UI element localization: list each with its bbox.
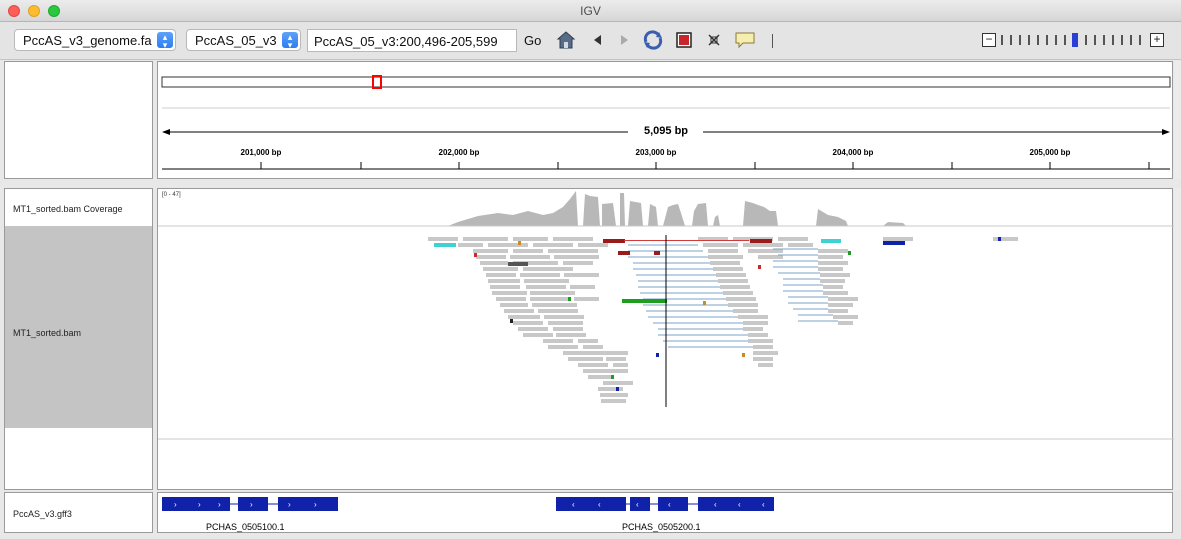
svg-text:‹: ‹ bbox=[636, 500, 639, 509]
svg-text:‹: ‹ bbox=[738, 500, 741, 509]
zoom-out-button[interactable]: − bbox=[982, 33, 996, 47]
svg-text:›: › bbox=[250, 500, 253, 509]
resize-icon[interactable] bbox=[704, 30, 724, 50]
gene-label: PCHAS_0505200.1 bbox=[622, 522, 701, 532]
splice-lines bbox=[628, 244, 838, 348]
chevron-updown-icon: ▴ ▾ bbox=[157, 32, 173, 50]
tracks-svg bbox=[158, 191, 1174, 440]
alignment-track-name: MT1_sorted.bam bbox=[13, 328, 82, 338]
svg-text:›: › bbox=[314, 500, 317, 509]
genome-select-value: PccAS_v3_genome.fa bbox=[23, 33, 152, 48]
coverage-histogram bbox=[448, 191, 906, 226]
forward-icon[interactable] bbox=[614, 30, 634, 50]
ruler-tick-label: 205,000 bp bbox=[1029, 148, 1071, 157]
svg-text:›: › bbox=[198, 500, 201, 509]
svg-text:‹: ‹ bbox=[714, 500, 717, 509]
span-arrow-right bbox=[1162, 129, 1170, 135]
ruler-tick-label: 201,000 bp bbox=[240, 148, 282, 157]
ruler-ticks bbox=[260, 162, 1150, 169]
toolbar: PccAS_v3_genome.fa ▴ ▾ PccAS_05_v3 ▴ ▾ Pcc… bbox=[0, 22, 1181, 60]
svg-text:‹: ‹ bbox=[762, 500, 765, 509]
locus-input[interactable]: PccAS_05_v3:200,496-205,599 bbox=[307, 29, 517, 52]
ruler-tick-label: 203,000 bp bbox=[635, 148, 677, 157]
roi-icon[interactable] bbox=[674, 30, 694, 50]
highlighted-reads bbox=[434, 237, 1001, 391]
chromosome-ideogram bbox=[161, 76, 1171, 88]
ruler-panel[interactable]: 5,095 bp 201,000 bp 202,000 bp 203,000 b… bbox=[157, 61, 1173, 179]
ruler-scrollbar[interactable] bbox=[1174, 61, 1181, 179]
coverage-track-name[interactable]: MT1_sorted.bam Coverage bbox=[13, 204, 123, 214]
gene-model-1: › › › › › › bbox=[162, 497, 338, 511]
alignment-reads bbox=[428, 237, 1018, 403]
chromosome-select[interactable]: PccAS_05_v3 ▴ ▾ bbox=[186, 29, 301, 51]
header-name-panel bbox=[4, 61, 153, 179]
toolbar-divider bbox=[772, 34, 773, 48]
gene-model-2: ‹ ‹ ‹ ‹ ‹ ‹ ‹ bbox=[556, 497, 774, 511]
ruler-svg bbox=[161, 75, 1171, 170]
coverage-range-label: [0 - 47] bbox=[162, 192, 181, 198]
chromosome-select-value: PccAS_05_v3 bbox=[195, 33, 277, 48]
data-track-panel[interactable]: [0 - 47] bbox=[157, 188, 1174, 490]
chevron-updown-icon: ▴ ▾ bbox=[282, 32, 298, 50]
svg-text:‹: ‹ bbox=[668, 500, 671, 509]
genome-select[interactable]: PccAS_v3_genome.fa ▴ ▾ bbox=[14, 29, 176, 51]
window-title: IGV bbox=[580, 4, 601, 18]
popup-text-icon[interactable] bbox=[734, 30, 755, 50]
alignment-track-name-bg[interactable]: MT1_sorted.bam bbox=[5, 226, 152, 428]
annotation-track-name[interactable]: PccAS_v3.gff3 bbox=[13, 509, 72, 519]
svg-text:‹: ‹ bbox=[572, 500, 575, 509]
span-label: 5,095 bp bbox=[643, 125, 689, 137]
zoom-in-button[interactable]: + bbox=[1150, 33, 1164, 47]
svg-text:›: › bbox=[218, 500, 221, 509]
refresh-icon[interactable] bbox=[642, 30, 663, 50]
data-panel-scrollbar[interactable] bbox=[1174, 188, 1181, 490]
svg-text:‹: ‹ bbox=[598, 500, 601, 509]
ruler-tick-label: 204,000 bp bbox=[832, 148, 874, 157]
zoom-current-level bbox=[1072, 33, 1078, 47]
svg-text:›: › bbox=[174, 500, 177, 509]
home-icon[interactable] bbox=[556, 30, 576, 50]
svg-text:›: › bbox=[288, 500, 291, 509]
back-icon[interactable] bbox=[588, 30, 608, 50]
span-arrow-left bbox=[162, 129, 170, 135]
feature-name-panel: PccAS_v3.gff3 bbox=[4, 492, 153, 533]
feature-track-panel[interactable]: › › › › › › ‹ ‹ ‹ ‹ ‹ ‹ ‹ PCHAS_0505100.1 PCHAS_050… bbox=[157, 492, 1173, 533]
go-button[interactable]: Go bbox=[524, 33, 541, 48]
data-name-panel: MT1_sorted.bam Coverage MT1_sorted.bam bbox=[4, 188, 153, 490]
ruler-tick-label: 202,000 bp bbox=[438, 148, 480, 157]
gene-label: PCHAS_0505100.1 bbox=[206, 522, 285, 532]
title-bar: IGV bbox=[0, 0, 1181, 22]
